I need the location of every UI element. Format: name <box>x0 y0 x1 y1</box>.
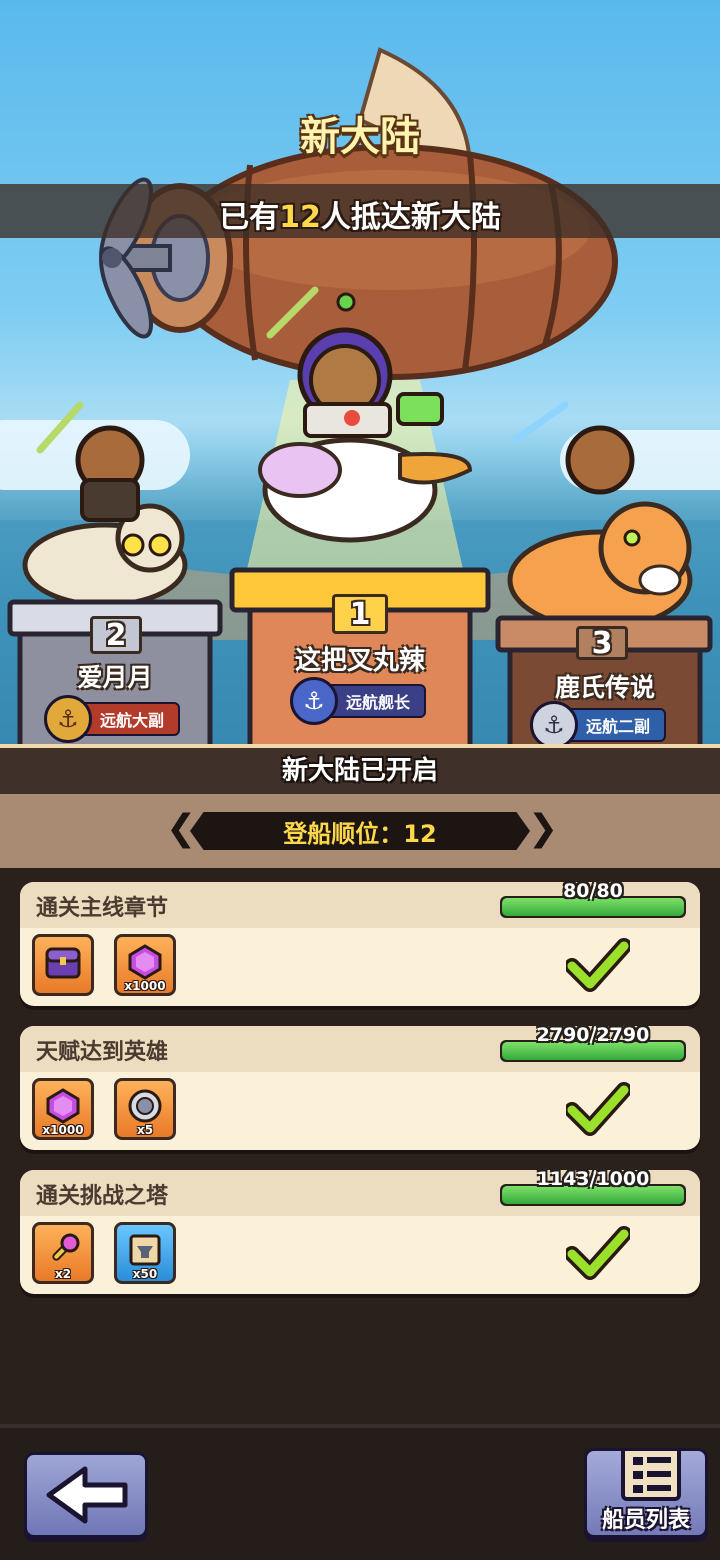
rank-1-name[interactable]: 这把叉丸辣 <box>250 640 470 677</box>
anchor-icon: ⚓ <box>290 677 338 725</box>
reward-item[interactable]: x50 <box>114 1222 176 1284</box>
rank-1-title-tag: ⚓ 远航舰长 <box>290 677 427 725</box>
new-continent-status: 新大陆已开启 <box>281 756 438 786</box>
ranking-stage: 新大陆 已有12人抵达新大陆 1 这把叉丸辣 ⚓ 远航舰长 2 爱月月 ⚓ 远航… <box>0 0 720 750</box>
reward-item[interactable]: x2 <box>32 1222 94 1284</box>
task-card: 天赋达到英雄 2790/2790 x1000 x5 <box>20 1026 700 1150</box>
reward-item[interactable] <box>32 934 94 996</box>
reward-item[interactable]: x1000 <box>32 1078 94 1140</box>
purple-chest-icon <box>35 937 91 987</box>
rank-3-badge: 3 <box>576 626 628 661</box>
check-icon <box>566 1082 630 1136</box>
chevron-right-icon: ❯ <box>528 808 559 849</box>
check-icon <box>566 1226 630 1280</box>
back-button[interactable] <box>24 1452 148 1538</box>
rank-3-title-tag: ⚓ 远航二副 <box>530 701 667 749</box>
check-icon <box>566 938 630 992</box>
arrival-count: 12 <box>279 200 321 235</box>
rank-1-badge: 1 <box>332 594 388 634</box>
rank-2-badge: 2 <box>90 616 142 654</box>
progress-text: 80/80 <box>563 882 623 902</box>
task-title: 通关挑战之塔 <box>36 1184 169 1209</box>
rank-3-name[interactable]: 鹿氏传说 <box>510 668 700 704</box>
crew-list-label: 船员列表 <box>601 1508 690 1533</box>
task-title: 通关主线章节 <box>36 896 169 921</box>
anchor-icon: ⚓ <box>530 701 578 749</box>
task-title: 天赋达到英雄 <box>36 1040 169 1065</box>
progress-text: 2790/2790 <box>536 1026 650 1046</box>
rank-2-name[interactable]: 爱月月 <box>20 658 210 694</box>
reward-item[interactable]: x1000 <box>114 934 176 996</box>
boarding-order-text: 登船顺位：12 <box>283 820 437 848</box>
task-card: 通关挑战之塔 1143/1000 x2 x50 <box>20 1170 700 1294</box>
arrival-count-text: 已有12人抵达新大陆 <box>219 200 501 235</box>
progress-text: 1143/1000 <box>536 1170 650 1190</box>
anchor-icon: ⚓ <box>44 695 92 743</box>
task-card: 通关主线章节 80/80 x1000 <box>20 882 700 1006</box>
rank-2-title-tag: ⚓ 远航大副 <box>44 695 181 743</box>
reward-item[interactable]: x5 <box>114 1078 176 1140</box>
page-title: 新大陆 <box>300 114 420 160</box>
arrow-left-icon <box>46 1466 128 1524</box>
